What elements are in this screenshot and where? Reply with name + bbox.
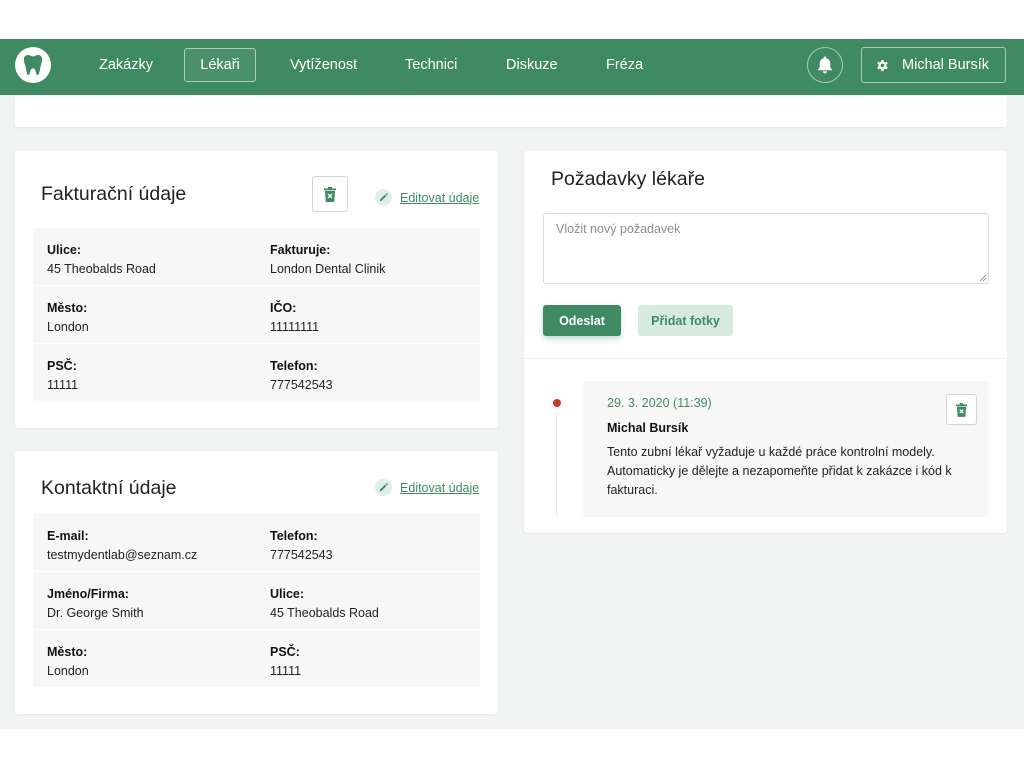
table-row: Jméno/Firma: Dr. George Smith Ulice: 45 Th…	[33, 572, 480, 630]
add-photos-button[interactable]: Přidat fotky	[638, 305, 733, 336]
info-cell: E-mail: testmydentlab@seznam.cz	[47, 529, 198, 562]
divider	[524, 358, 1007, 359]
table-row: Město: London PSČ: 11111	[33, 630, 480, 688]
contact-edit-label: Editovat údaje	[400, 480, 480, 495]
info-cell: Jméno/Firma: Dr. George Smith	[47, 587, 144, 620]
contact-edit-link[interactable]: Editovat údaje	[375, 479, 479, 496]
request-date: 29. 3. 2020 (11:39)	[607, 396, 712, 410]
pencil-icon	[375, 479, 392, 496]
bottom-spacer	[0, 729, 1024, 768]
top-card	[15, 95, 1007, 127]
nav-item-technici[interactable]: Technici	[390, 48, 472, 82]
user-menu-button[interactable]: Michal Bursík	[861, 47, 1006, 83]
nav-item-diskuze[interactable]: Diskuze	[491, 48, 573, 82]
info-cell: PSČ: 11111	[47, 359, 79, 392]
top-spacer	[0, 0, 1024, 39]
top-navbar: Zakázky Lékaři Vytíženost Technici Disku…	[0, 39, 1024, 95]
info-cell: Město: London	[47, 645, 89, 678]
table-row: Ulice: 45 Theobalds Road Fakturuje: London…	[33, 228, 480, 286]
bell-icon	[818, 56, 832, 74]
info-cell: Ulice: 45 Theobalds Road	[270, 587, 379, 620]
info-cell: Telefon: 777542543	[270, 529, 333, 562]
billing-title: Fakturační údaje	[41, 183, 187, 205]
request-entry: 29. 3. 2020 (11:39) Michal Bursík Tento …	[583, 381, 989, 517]
info-cell: IČO: 11111111	[270, 301, 320, 334]
timeline-line	[556, 411, 557, 516]
trash-icon	[324, 186, 336, 202]
timeline-dot	[553, 399, 561, 407]
billing-edit-link[interactable]: Editovat údaje	[375, 189, 479, 206]
resize-grip-icon[interactable]	[979, 274, 987, 282]
info-cell: Telefon: 777542543	[270, 359, 333, 392]
table-row: E-mail: testmydentlab@seznam.cz Telefon: 7…	[33, 514, 480, 572]
send-button[interactable]: Odeslat	[543, 305, 621, 336]
nav-item-lekari[interactable]: Lékaři	[184, 48, 256, 82]
delete-request-button[interactable]	[946, 394, 977, 425]
info-cell: Město: London	[47, 301, 89, 334]
nav-item-freza[interactable]: Fréza	[591, 48, 658, 82]
requests-card: Požadavky lékaře Odeslat Přidat fotky 29…	[524, 151, 1007, 533]
gear-icon	[877, 59, 888, 71]
contact-title: Kontaktní údaje	[41, 477, 177, 499]
contact-info-table: E-mail: testmydentlab@seznam.cz Telefon: 7…	[33, 514, 480, 688]
table-row: PSČ: 11111 Telefon: 777542543	[33, 344, 480, 402]
info-cell: Ulice: 45 Theobalds Road	[47, 243, 156, 276]
trash-icon	[956, 402, 967, 417]
info-cell: Fakturuje: London Dental Clinik	[270, 243, 386, 276]
contact-card: Kontaktní údaje Editovat údaje E-mail: te…	[15, 451, 498, 714]
delete-button[interactable]	[312, 176, 348, 212]
notifications-button[interactable]	[807, 47, 843, 83]
billing-edit-label: Editovat údaje	[400, 190, 480, 205]
pencil-icon	[375, 189, 392, 206]
billing-card: Fakturační údaje Editovat údaje Ulice: 45…	[15, 151, 498, 428]
info-cell: PSČ: 11111	[270, 645, 302, 678]
request-author: Michal Bursík	[607, 421, 689, 435]
nav-item-zakazky[interactable]: Zakázky	[84, 48, 168, 82]
tooth-logo-icon[interactable]	[15, 47, 51, 83]
table-row: Město: London IČO: 11111111	[33, 286, 480, 344]
billing-info-table: Ulice: 45 Theobalds Road Fakturuje: London…	[33, 228, 480, 402]
requests-title: Požadavky lékaře	[551, 168, 705, 190]
request-text: Tento zubní lékař vyžaduje u každé práce…	[607, 445, 952, 497]
user-name: Michal Bursík	[902, 57, 990, 73]
nav-item-vytizenost[interactable]: Vytíženost	[275, 48, 372, 82]
main-content: Fakturační údaje Editovat údaje Ulice: 45…	[0, 95, 1024, 729]
new-request-input[interactable]	[543, 213, 989, 284]
